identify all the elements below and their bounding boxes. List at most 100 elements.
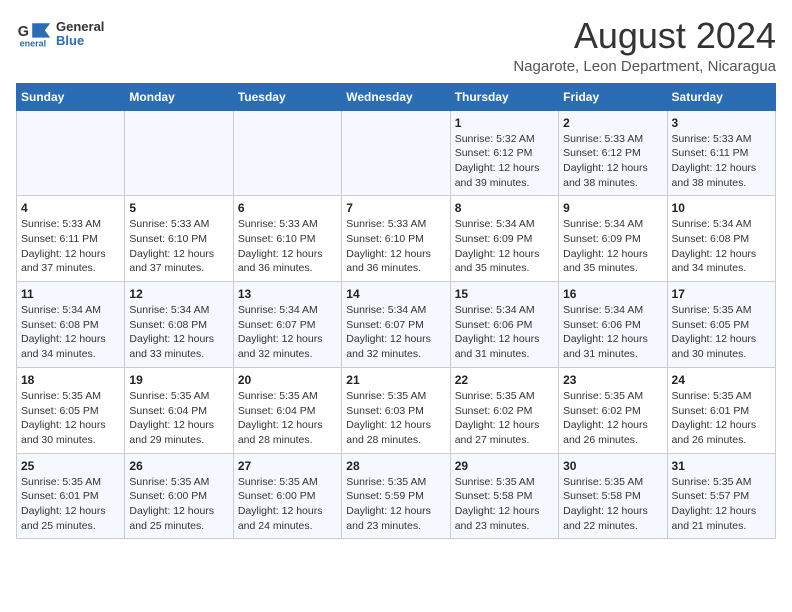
day-number: 27 (238, 459, 337, 473)
day-info: Sunrise: 5:34 AMSunset: 6:06 PMDaylight:… (563, 303, 662, 362)
weekday-header-friday: Friday (559, 83, 667, 110)
weekday-header-monday: Monday (125, 83, 233, 110)
calendar-cell: 8 Sunrise: 5:34 AMSunset: 6:09 PMDaylight… (450, 196, 558, 282)
logo-text: General Blue (56, 20, 104, 49)
calendar-cell: 24 Sunrise: 5:35 AMSunset: 6:01 PMDayligh… (667, 367, 775, 453)
calendar-cell: 31Sunrise: 5:35 AMSunset: 5:57 PMDayligh… (667, 453, 775, 539)
day-info: Sunrise: 5:35 AMSunset: 6:02 PMDaylight:… (563, 389, 662, 448)
page-header: G eneral General Blue August 2024 Nagaro… (16, 16, 776, 75)
calendar-cell: 15Sunrise: 5:34 AMSunset: 6:06 PMDayligh… (450, 282, 558, 368)
title-block: August 2024 Nagarote, Leon Department, N… (513, 16, 776, 75)
day-number: 4 (21, 201, 120, 215)
weekday-header-saturday: Saturday (667, 83, 775, 110)
calendar-cell: 18 Sunrise: 5:35 AMSunset: 6:05 PMDayligh… (17, 367, 125, 453)
day-number: 12 (129, 287, 228, 301)
day-info: Sunrise: 5:35 AMSunset: 6:04 PMDaylight:… (129, 389, 228, 448)
day-info: Sunrise: 5:33 AMSunset: 6:10 PMDaylight:… (238, 217, 337, 276)
day-info: Sunrise: 5:35 AMSunset: 5:58 PMDaylight:… (563, 475, 662, 534)
day-number: 9 (563, 201, 662, 215)
day-number: 11 (21, 287, 120, 301)
day-info: Sunrise: 5:34 AMSunset: 6:07 PMDaylight:… (346, 303, 445, 362)
calendar-cell: 19 Sunrise: 5:35 AMSunset: 6:04 PMDayligh… (125, 367, 233, 453)
day-info: Sunrise: 5:34 AMSunset: 6:09 PMDaylight:… (563, 217, 662, 276)
day-number: 19 (129, 373, 228, 387)
day-info: Sunrise: 5:33 AMSunset: 6:11 PMDaylight:… (672, 132, 771, 191)
calendar-cell: 21Sunrise: 5:35 AMSunset: 6:03 PMDayligh… (342, 367, 450, 453)
day-info: Sunrise: 5:35 AMSunset: 6:00 PMDaylight:… (238, 475, 337, 534)
calendar-cell (233, 110, 341, 196)
day-number: 26 (129, 459, 228, 473)
day-info: Sunrise: 5:34 AMSunset: 6:08 PMDaylight:… (21, 303, 120, 362)
day-number: 29 (455, 459, 554, 473)
day-number: 20 (238, 373, 337, 387)
day-number: 30 (563, 459, 662, 473)
day-info: Sunrise: 5:35 AMSunset: 6:04 PMDaylight:… (238, 389, 337, 448)
day-number: 8 (455, 201, 554, 215)
calendar-cell: 3Sunrise: 5:33 AMSunset: 6:11 PMDaylight… (667, 110, 775, 196)
day-info: Sunrise: 5:35 AMSunset: 6:01 PMDaylight:… (21, 475, 120, 534)
day-number: 24 (672, 373, 771, 387)
page-subtitle: Nagarote, Leon Department, Nicaragua (513, 58, 776, 75)
logo-icon: G eneral (16, 16, 52, 52)
svg-text:G: G (18, 24, 29, 40)
day-info: Sunrise: 5:35 AMSunset: 5:58 PMDaylight:… (455, 475, 554, 534)
calendar-header: SundayMondayTuesdayWednesdayThursdayFrid… (17, 83, 776, 110)
day-number: 6 (238, 201, 337, 215)
calendar-week-row: 11 Sunrise: 5:34 AMSunset: 6:08 PMDayligh… (17, 282, 776, 368)
day-number: 15 (455, 287, 554, 301)
day-info: Sunrise: 5:35 AMSunset: 6:05 PMDaylight:… (21, 389, 120, 448)
calendar-cell (342, 110, 450, 196)
page-title: August 2024 (513, 16, 776, 56)
calendar-cell: 22Sunrise: 5:35 AMSunset: 6:02 PMDayligh… (450, 367, 558, 453)
calendar-cell (17, 110, 125, 196)
calendar-cell: 6 Sunrise: 5:33 AMSunset: 6:10 PMDaylight… (233, 196, 341, 282)
day-info: Sunrise: 5:32 AMSunset: 6:12 PMDaylight:… (455, 132, 554, 191)
calendar-cell: 29 Sunrise: 5:35 AMSunset: 5:58 PMDayligh… (450, 453, 558, 539)
svg-text:eneral: eneral (20, 39, 47, 49)
calendar-cell: 2Sunrise: 5:33 AMSunset: 6:12 PMDaylight… (559, 110, 667, 196)
calendar-cell: 11 Sunrise: 5:34 AMSunset: 6:08 PMDayligh… (17, 282, 125, 368)
calendar-cell: 13Sunrise: 5:34 AMSunset: 6:07 PMDayligh… (233, 282, 341, 368)
day-info: Sunrise: 5:33 AMSunset: 6:10 PMDaylight:… (129, 217, 228, 276)
weekday-header-row: SundayMondayTuesdayWednesdayThursdayFrid… (17, 83, 776, 110)
calendar-cell (125, 110, 233, 196)
calendar-cell: 7Sunrise: 5:33 AMSunset: 6:10 PMDaylight… (342, 196, 450, 282)
day-number: 2 (563, 116, 662, 130)
weekday-header-wednesday: Wednesday (342, 83, 450, 110)
weekday-header-thursday: Thursday (450, 83, 558, 110)
day-number: 10 (672, 201, 771, 215)
calendar-cell: 20 Sunrise: 5:35 AMSunset: 6:04 PMDayligh… (233, 367, 341, 453)
calendar-week-row: 4 Sunrise: 5:33 AMSunset: 6:11 PMDaylight… (17, 196, 776, 282)
day-number: 17 (672, 287, 771, 301)
day-info: Sunrise: 5:34 AMSunset: 6:08 PMDaylight:… (129, 303, 228, 362)
day-number: 28 (346, 459, 445, 473)
day-number: 7 (346, 201, 445, 215)
calendar-cell: 26 Sunrise: 5:35 AMSunset: 6:00 PMDayligh… (125, 453, 233, 539)
day-number: 23 (563, 373, 662, 387)
day-number: 31 (672, 459, 771, 473)
calendar-week-row: 1 Sunrise: 5:32 AMSunset: 6:12 PMDaylight… (17, 110, 776, 196)
day-number: 18 (21, 373, 120, 387)
calendar-week-row: 25Sunrise: 5:35 AMSunset: 6:01 PMDayligh… (17, 453, 776, 539)
calendar-cell: 4 Sunrise: 5:33 AMSunset: 6:11 PMDaylight… (17, 196, 125, 282)
day-info: Sunrise: 5:35 AMSunset: 5:59 PMDaylight:… (346, 475, 445, 534)
calendar-cell: 28 Sunrise: 5:35 AMSunset: 5:59 PMDayligh… (342, 453, 450, 539)
weekday-header-tuesday: Tuesday (233, 83, 341, 110)
day-number: 13 (238, 287, 337, 301)
day-info: Sunrise: 5:35 AMSunset: 6:01 PMDaylight:… (672, 389, 771, 448)
calendar-cell: 1 Sunrise: 5:32 AMSunset: 6:12 PMDaylight… (450, 110, 558, 196)
calendar-cell: 16 Sunrise: 5:34 AMSunset: 6:06 PMDayligh… (559, 282, 667, 368)
day-number: 1 (455, 116, 554, 130)
day-number: 14 (346, 287, 445, 301)
calendar-cell: 25Sunrise: 5:35 AMSunset: 6:01 PMDayligh… (17, 453, 125, 539)
day-info: Sunrise: 5:35 AMSunset: 6:02 PMDaylight:… (455, 389, 554, 448)
day-info: Sunrise: 5:35 AMSunset: 6:00 PMDaylight:… (129, 475, 228, 534)
calendar-table: SundayMondayTuesdayWednesdayThursdayFrid… (16, 83, 776, 540)
day-number: 16 (563, 287, 662, 301)
day-info: Sunrise: 5:34 AMSunset: 6:09 PMDaylight:… (455, 217, 554, 276)
calendar-cell: 23 Sunrise: 5:35 AMSunset: 6:02 PMDayligh… (559, 367, 667, 453)
day-info: Sunrise: 5:33 AMSunset: 6:11 PMDaylight:… (21, 217, 120, 276)
day-info: Sunrise: 5:35 AMSunset: 6:05 PMDaylight:… (672, 303, 771, 362)
calendar-cell: 5Sunrise: 5:33 AMSunset: 6:10 PMDaylight… (125, 196, 233, 282)
calendar-cell: 9 Sunrise: 5:34 AMSunset: 6:09 PMDaylight… (559, 196, 667, 282)
